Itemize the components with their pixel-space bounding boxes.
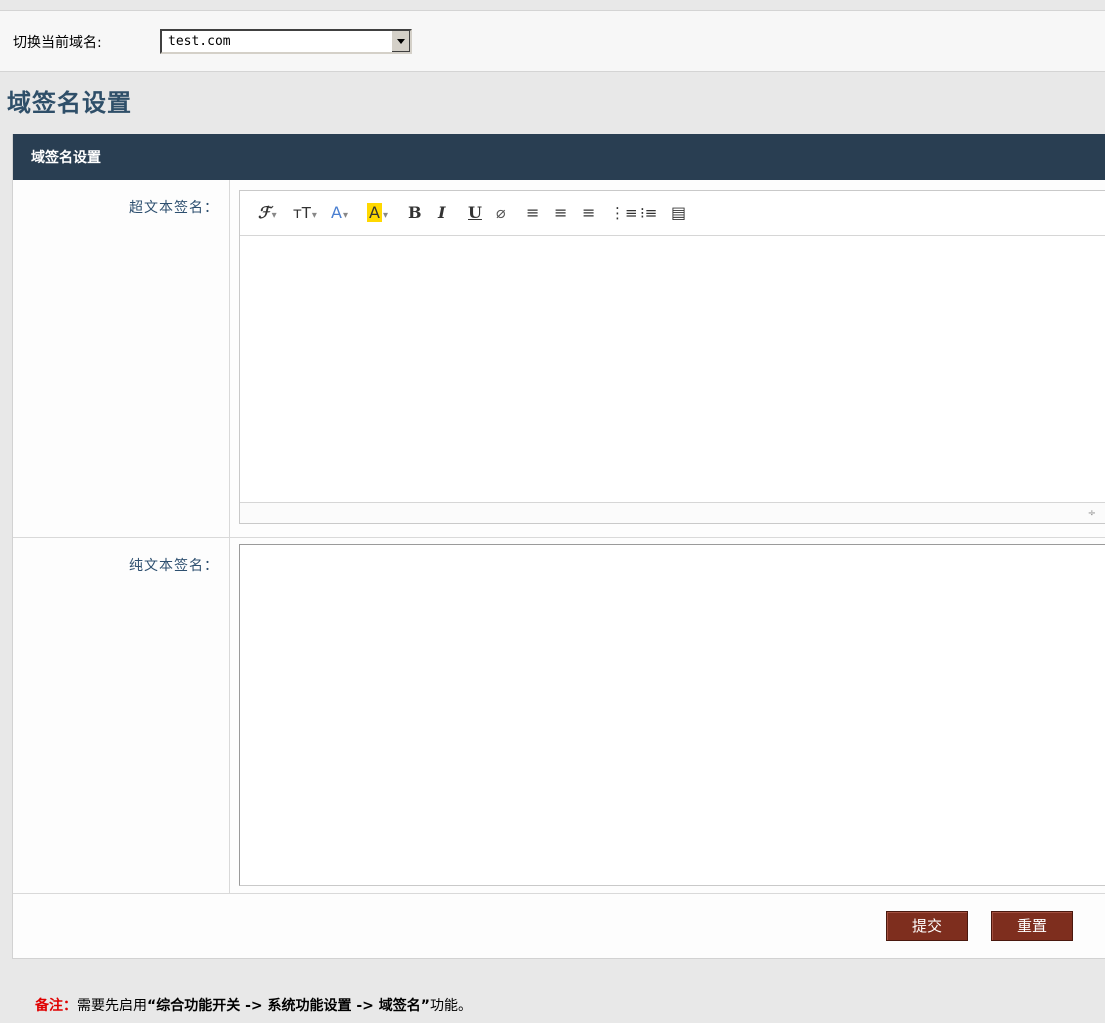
plain-signature-label: 纯文本签名： xyxy=(129,558,219,574)
signature-settings-panel: 域签名设置 超文本签名： ℱ▾ ᴛT▾ A▾ A ▾ B I U ⌀ ≡ ≡ ≡ … xyxy=(12,134,1105,959)
editor-toolbar: ℱ▾ ᴛT▾ A▾ A ▾ B I U ⌀ ≡ ≡ ≡ ⋮≡ ⁝≡ ▤ xyxy=(240,191,1105,236)
paste-icon[interactable]: ▤ xyxy=(671,202,686,224)
editor-resize-bar[interactable]: ÷ xyxy=(240,502,1105,523)
plain-text-signature-input[interactable] xyxy=(239,544,1105,886)
note-text-after: 功能。 xyxy=(429,998,472,1014)
rich-signature-label-cell: 超文本签名： xyxy=(13,180,230,537)
font-color-icon[interactable]: A▾ xyxy=(331,202,348,224)
panel-header: 域签名设置 xyxy=(13,134,1105,180)
eraser-icon[interactable]: ⌀ xyxy=(496,202,506,224)
rich-text-edit-area[interactable] xyxy=(240,236,1105,502)
align-left-icon[interactable]: ≡ xyxy=(526,202,539,224)
note: 备注：需要先启用“综合功能开关 -> 系统功能设置 -> 域签名”功能。 xyxy=(35,995,472,1015)
rich-signature-row: 超文本签名： ℱ▾ ᴛT▾ A▾ A ▾ B I U ⌀ ≡ ≡ ≡ ⋮≡ ⁝≡ … xyxy=(13,180,1105,538)
rich-signature-label: 超文本签名： xyxy=(129,200,219,216)
actions-row: 提交 重置 xyxy=(13,894,1105,959)
page-title: 域签名设置 xyxy=(7,89,132,117)
domain-select[interactable]: test.com xyxy=(160,29,412,54)
dropdown-arrow-icon[interactable] xyxy=(391,31,410,52)
domain-switch-bar: 切换当前域名: test.com xyxy=(0,10,1105,72)
font-size-icon[interactable]: ᴛT▾ xyxy=(293,202,317,224)
reset-button[interactable]: 重置 xyxy=(991,911,1073,941)
bold-icon[interactable]: B xyxy=(408,202,422,224)
ordered-list-icon[interactable]: ⋮≡ xyxy=(610,202,638,224)
highlight-color-icon[interactable]: A ▾ xyxy=(367,202,388,224)
domain-select-value: test.com xyxy=(168,34,231,49)
note-label: 备注： xyxy=(35,998,77,1014)
panel-title: 域签名设置 xyxy=(31,150,101,166)
italic-icon[interactable]: I xyxy=(438,202,445,224)
rich-text-editor: ℱ▾ ᴛT▾ A▾ A ▾ B I U ⌀ ≡ ≡ ≡ ⋮≡ ⁝≡ ▤ ÷ xyxy=(239,190,1105,524)
align-center-icon[interactable]: ≡ xyxy=(554,202,567,224)
plain-signature-row: 纯文本签名： xyxy=(13,538,1105,894)
unordered-list-icon[interactable]: ⁝≡ xyxy=(640,202,657,224)
plain-signature-label-cell: 纯文本签名： xyxy=(13,538,230,893)
domain-switch-label: 切换当前域名: xyxy=(13,35,102,51)
note-feature-path: “综合功能开关 -> 系统功能设置 -> 域签名” xyxy=(147,998,430,1014)
submit-button[interactable]: 提交 xyxy=(886,911,968,941)
note-text-before: 需要先启用 xyxy=(77,998,147,1014)
align-right-icon[interactable]: ≡ xyxy=(582,202,595,224)
resize-handle-icon[interactable]: ÷ xyxy=(1088,508,1096,519)
underline-icon[interactable]: U xyxy=(468,202,482,224)
font-family-icon[interactable]: ℱ▾ xyxy=(258,202,277,224)
